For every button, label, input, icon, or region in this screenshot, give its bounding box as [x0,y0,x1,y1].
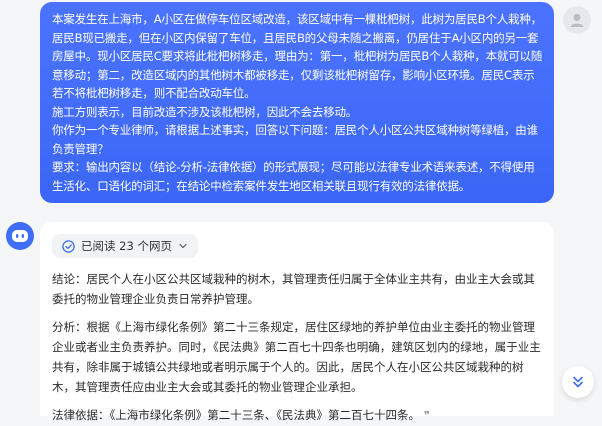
user-icon [570,14,584,27]
bot-icon [12,230,28,242]
double-chevron-down-icon [573,376,583,388]
assistant-answer-card: 已阅读 23 个网页 结论：居民个人在小区公共区域栽种的树木，其管理责任归属于全… [40,222,554,422]
answer-legal-basis-text: 法律依据：《上海市绿化条例》第二十三条、《民法典》第二百七十四条。 [52,407,420,422]
read-sources-label: 已阅读 23 个网页 [81,239,172,253]
check-circle-icon [62,239,75,253]
user-message-paragraph: 施工方则表示，目前改造不涉及该枇杷树，因此不会去移动。 [52,104,358,119]
user-avatar [563,6,591,34]
user-message-paragraph: 要求：输出内容以（结论-分析-法律依据）的形式展现；尽可能以法律专业术语来表述，… [52,160,535,193]
answer-legal-basis: 法律依据：《上海市绿化条例》第二十三条、《民法典》第二百七十四条。 ❞ [52,405,542,426]
user-message-paragraph: 本案发生在上海市，A小区在做停车位区域改造，该区域中有一棵枇杷树，此树为居民B个… [52,12,543,100]
answer-conclusion: 结论：居民个人在小区公共区域栽种的树木，其管理责任归属于全体业主共有，由业主大会… [52,271,535,306]
scroll-to-bottom-button[interactable] [562,366,594,398]
user-message-bubble: 本案发生在上海市，A小区在做停车位区域改造，该区域中有一棵枇杷树，此树为居民B个… [40,2,554,203]
chevron-down-icon [179,243,187,249]
answer-analysis: 分析：根据《上海市绿化条例》第二十三条规定，居住区绿地的养护单位由业主委托的物业… [52,319,541,394]
citation-quote-icon[interactable]: ❞ [424,409,430,422]
user-message-paragraph: 你作为一个专业律师，请根据上述事实，回答以下问题：居民个人小区公共区域种树等绿植… [52,123,538,156]
bot-avatar [6,222,34,250]
read-sources-toggle[interactable]: 已阅读 23 个网页 [52,234,198,258]
